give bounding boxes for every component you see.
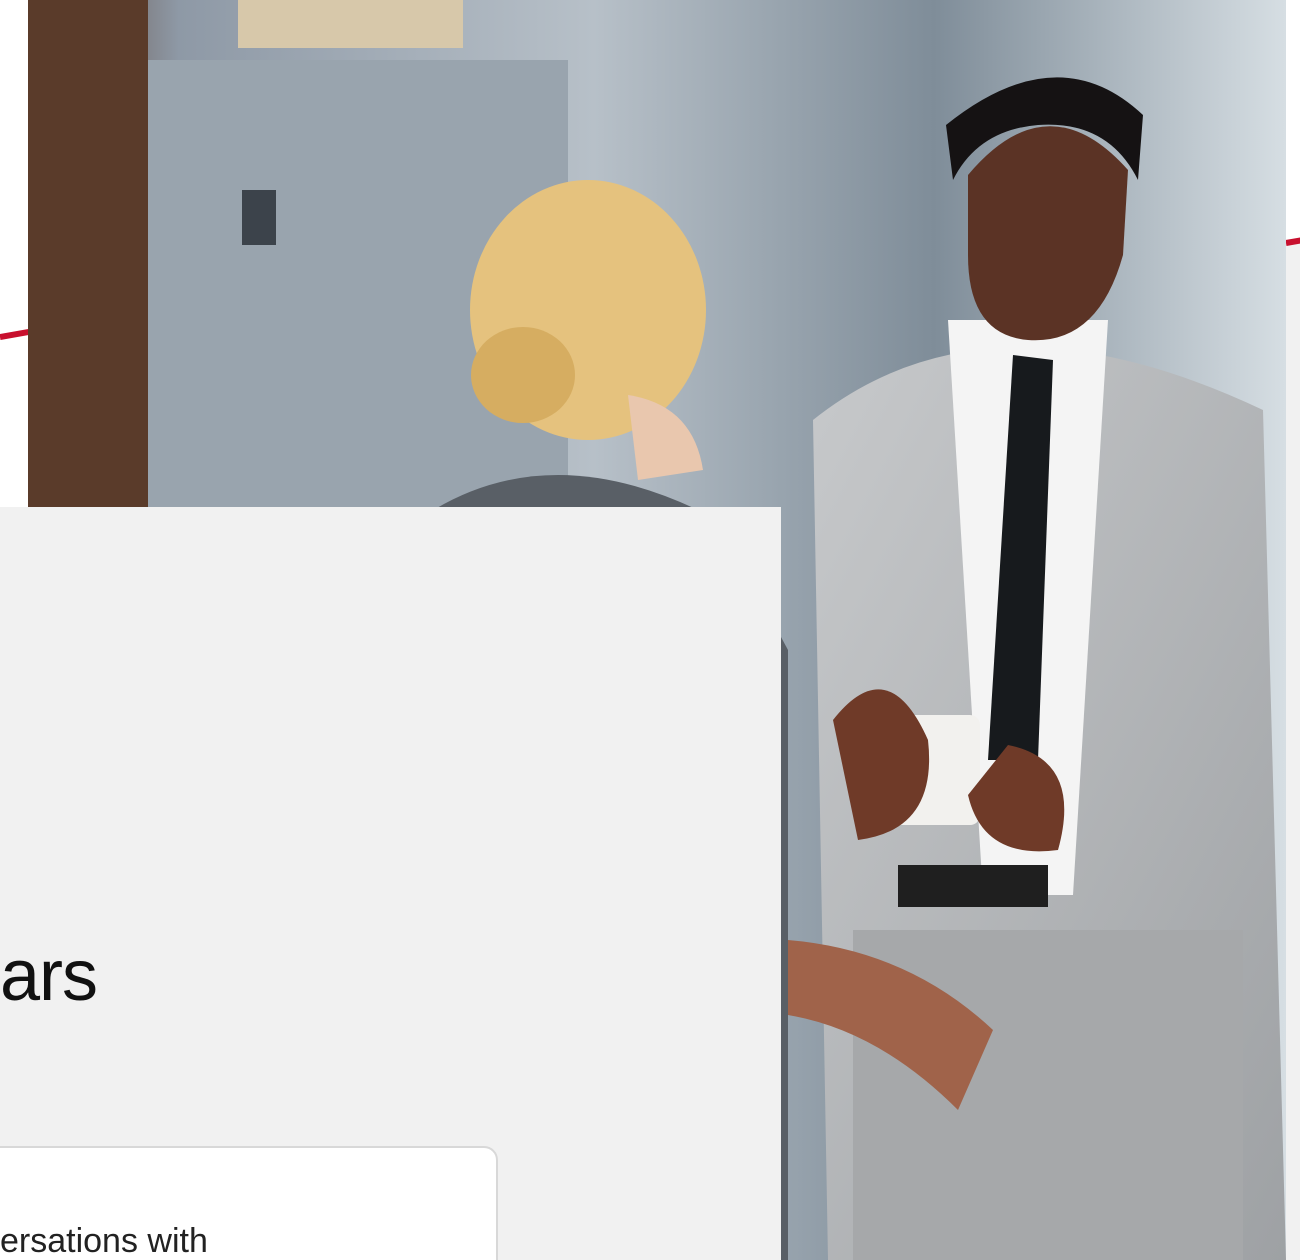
- headline-fragment: ars: [0, 936, 98, 1016]
- accent-line-left: [0, 328, 31, 340]
- right-page-strip: [1286, 240, 1300, 1260]
- page: ars ersations with: [0, 0, 1300, 1260]
- quote-text-fragment: ersations with: [0, 1222, 208, 1260]
